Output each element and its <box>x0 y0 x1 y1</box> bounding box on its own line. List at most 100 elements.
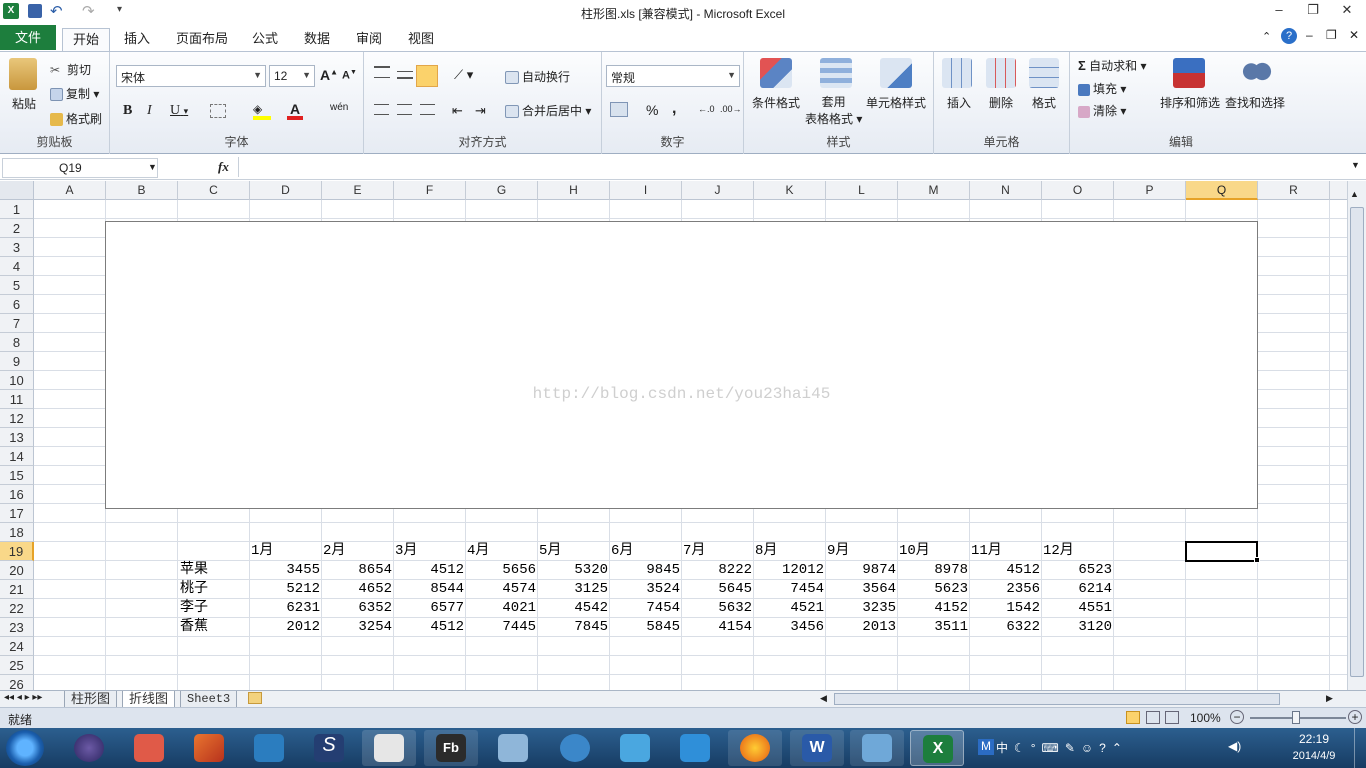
month-header-cell[interactable]: 1月 <box>251 542 273 561</box>
doc-minimize-button[interactable]: – <box>1306 28 1313 42</box>
format-cells-button[interactable]: 格式 <box>1032 94 1056 111</box>
merge-center-button[interactable]: 合并后居中 ▾ <box>505 102 591 119</box>
fill-button[interactable]: 填充 ▾ <box>1078 80 1126 97</box>
month-header-cell[interactable]: 11月 <box>971 542 1002 561</box>
row-header-16[interactable]: 16 <box>0 485 34 504</box>
value-cell[interactable]: 5320 <box>538 561 608 580</box>
table-format-button[interactable]: 套用 表格格式 ▾ <box>805 94 862 128</box>
value-cell[interactable]: 2013 <box>826 618 896 637</box>
month-header-cell[interactable]: 5月 <box>539 542 561 561</box>
value-cell[interactable]: 4521 <box>754 599 824 618</box>
taskbar-cloud-icon[interactable] <box>668 730 722 766</box>
doc-close-button[interactable]: ✕ <box>1349 28 1359 42</box>
value-cell[interactable]: 3125 <box>538 580 608 599</box>
start-button-icon[interactable] <box>6 730 44 766</box>
find-select-icon[interactable] <box>1240 58 1272 88</box>
hscroll-thumb[interactable] <box>834 693 1280 705</box>
restore-button[interactable]: ❐ <box>1300 2 1326 20</box>
value-cell[interactable]: 4652 <box>322 580 392 599</box>
row-header-25[interactable]: 25 <box>0 656 34 675</box>
percent-button[interactable]: % <box>646 102 658 118</box>
row-header-2[interactable]: 2 <box>0 219 34 238</box>
column-header-a[interactable]: A <box>34 181 106 200</box>
paste-icon[interactable] <box>9 58 37 90</box>
scroll-thumb[interactable] <box>1350 207 1364 677</box>
value-cell[interactable]: 6352 <box>322 599 392 618</box>
fruit-name-cell[interactable]: 香蕉 <box>180 618 208 637</box>
value-cell[interactable]: 7454 <box>754 580 824 599</box>
value-cell[interactable]: 5645 <box>682 580 752 599</box>
taskbar-flashbuilder-icon[interactable]: Fb <box>424 730 478 766</box>
taskbar-gear-app-icon[interactable] <box>242 730 296 766</box>
column-header-j[interactable]: J <box>682 181 754 200</box>
month-header-cell[interactable]: 7月 <box>683 542 705 561</box>
value-cell[interactable]: 5623 <box>898 580 968 599</box>
column-header-h[interactable]: H <box>538 181 610 200</box>
zoom-out-icon[interactable]: − <box>1230 710 1244 724</box>
value-cell[interactable]: 4542 <box>538 599 608 618</box>
cut-button[interactable]: ✂ 剪切 <box>50 61 91 79</box>
horizontal-scrollbar[interactable]: ◀ ▶ <box>808 691 1348 707</box>
border-icon[interactable] <box>210 104 226 118</box>
fill-handle[interactable] <box>1254 557 1260 563</box>
sort-filter-button[interactable]: 排序和筛选 <box>1160 94 1220 111</box>
scroll-up-icon[interactable]: ▲ <box>1350 189 1359 199</box>
taskbar-media-icon[interactable] <box>548 730 602 766</box>
row-header-18[interactable]: 18 <box>0 523 34 542</box>
column-header-p[interactable]: P <box>1114 181 1186 200</box>
tray-ime-icon[interactable]: M <box>978 739 994 755</box>
value-cell[interactable]: 3524 <box>610 580 680 599</box>
close-button[interactable]: ✕ <box>1334 2 1360 20</box>
taskbar-snipping-icon[interactable] <box>362 730 416 766</box>
value-cell[interactable]: 4512 <box>394 561 464 580</box>
value-cell[interactable]: 3511 <box>898 618 968 637</box>
value-cell[interactable]: 5212 <box>250 580 320 599</box>
value-cell[interactable]: 4021 <box>466 599 536 618</box>
value-cell[interactable]: 7845 <box>538 618 608 637</box>
phonetic-button[interactable]: wén <box>330 102 348 113</box>
clock-time[interactable]: 22:19 <box>1288 732 1340 746</box>
align-right-icon[interactable] <box>420 104 435 115</box>
value-cell[interactable]: 4154 <box>682 618 752 637</box>
row-header-8[interactable]: 8 <box>0 333 34 352</box>
value-cell[interactable]: 6214 <box>1042 580 1112 599</box>
formula-input[interactable] <box>238 157 1348 177</box>
value-cell[interactable]: 5656 <box>466 561 536 580</box>
ribbon-minimize-icon[interactable]: ⌃ <box>1262 30 1271 43</box>
underline-button[interactable]: U ▾ <box>170 103 188 119</box>
month-header-cell[interactable]: 10月 <box>899 542 930 561</box>
table-format-icon[interactable] <box>820 58 852 88</box>
month-header-cell[interactable]: 6月 <box>611 542 633 561</box>
font-size-select[interactable]: 12 ▼ <box>269 65 315 87</box>
value-cell[interactable]: 8654 <box>322 561 392 580</box>
row-header-24[interactable]: 24 <box>0 637 34 656</box>
comma-button[interactable]: , <box>672 100 676 118</box>
sheet-tab-line-chart[interactable]: 折线图 <box>122 691 176 708</box>
value-cell[interactable]: 8222 <box>682 561 752 580</box>
align-middle-icon[interactable] <box>397 71 413 79</box>
scroll-left-icon[interactable]: ◀ <box>820 693 827 704</box>
tab-page-layout[interactable]: 页面布局 <box>166 28 238 51</box>
page-break-view-icon[interactable] <box>1165 711 1179 724</box>
row-header-22[interactable]: 22 <box>0 599 34 618</box>
vertical-scrollbar[interactable]: ▲ <box>1347 181 1366 690</box>
value-cell[interactable]: 7445 <box>466 618 536 637</box>
value-cell[interactable]: 3455 <box>250 561 320 580</box>
tab-formulas[interactable]: 公式 <box>242 28 288 51</box>
doc-restore-button[interactable]: ❐ <box>1326 28 1337 42</box>
row-header-1[interactable]: 1 <box>0 200 34 219</box>
row-header-19[interactable]: 19 <box>0 542 34 561</box>
tab-insert[interactable]: 插入 <box>114 28 160 51</box>
font-name-select[interactable]: 宋体 ▼ <box>116 65 266 87</box>
first-sheet-icon[interactable]: ◂◂ ◂ ▸ ▸▸ <box>4 692 42 703</box>
column-header-n[interactable]: N <box>970 181 1042 200</box>
paste-button[interactable]: 粘贴 <box>12 95 36 112</box>
month-header-cell[interactable]: 4月 <box>467 542 489 561</box>
column-header-r[interactable]: R <box>1258 181 1330 200</box>
fx-button[interactable]: fx <box>218 159 229 175</box>
row-header-15[interactable]: 15 <box>0 466 34 485</box>
zoom-in-icon[interactable]: + <box>1348 710 1362 724</box>
wrap-text-button[interactable]: 自动换行 <box>505 68 570 85</box>
column-header-c[interactable]: C <box>178 181 250 200</box>
name-box[interactable]: Q19 ▼ <box>2 158 158 178</box>
